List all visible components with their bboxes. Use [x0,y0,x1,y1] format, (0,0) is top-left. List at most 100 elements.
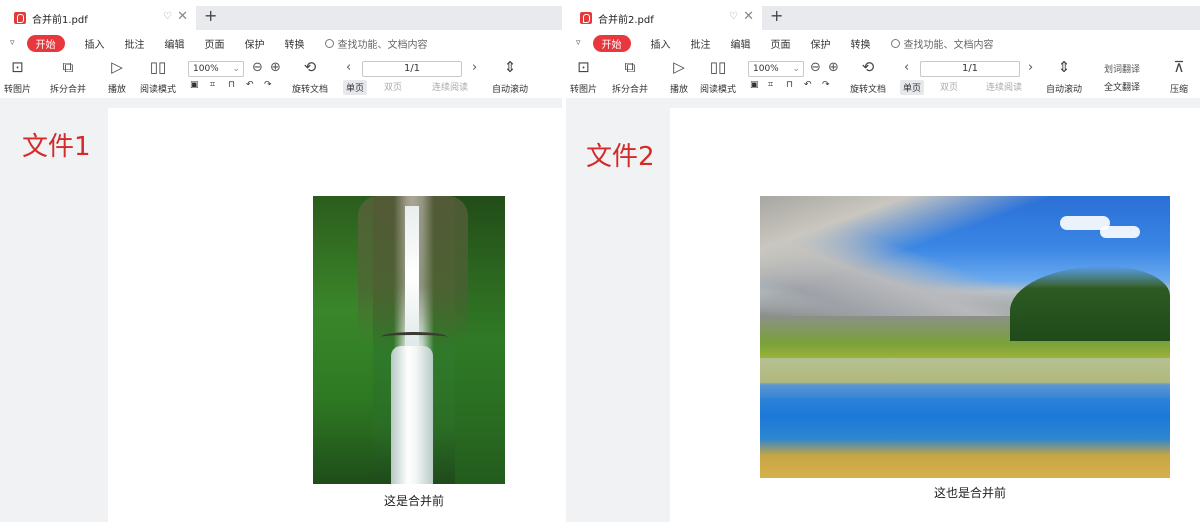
chevron-left-icon[interactable]: ‹ [904,60,909,75]
read-mode-button[interactable]: ▯▯ 阅读模式 [700,56,736,95]
menu-protect[interactable]: 保护 [245,36,265,51]
menu-page[interactable]: 页面 [205,36,225,51]
pin-icon[interactable]: ♡ [163,11,172,22]
menu-protect[interactable]: 保护 [811,36,831,51]
plus-icon[interactable]: + [770,6,783,25]
plus-icon[interactable]: + [204,6,217,25]
book-icon: ▯▯ [709,58,727,76]
rotate-doc-label: 旋转文档 [850,85,887,95]
search-input[interactable]: 查找功能、文档内容 [324,36,428,51]
page-number-input[interactable]: 1/1 [362,61,462,77]
single-page-button[interactable]: 单页 [900,80,925,95]
fit-page-icon[interactable]: ⌗ [768,80,773,90]
zoom-select[interactable]: 100% ⌄ [188,61,244,77]
single-page-label: 单页 [903,84,922,94]
search-icon [890,38,900,48]
pdf-window-left: 合并前1.pdf ♡ ✕ + ▿ 开始 插入 批注 编辑 页面 保护 转换 查找… [0,0,562,522]
zoom-select[interactable]: 100% ⌄ [748,61,804,77]
split-merge-label: 拆分合并 [50,85,87,95]
auto-scroll-button[interactable]: ⇕ 自动滚动 [1046,56,1082,95]
cloud [1100,226,1140,238]
close-icon[interactable]: ✕ [743,9,754,24]
image-icon: ⊡ [11,58,24,76]
page-number-input[interactable]: 1/1 [920,61,1020,77]
rotate-doc-icon: ⟲ [303,58,317,76]
double-page-button[interactable]: 双页 [940,80,958,93]
menu-annotate[interactable]: 批注 [691,36,711,51]
rotate-document-button[interactable]: ⟲ 旋转文档 [292,56,328,95]
split-merge-button[interactable]: ⧉ 拆分合并 [612,56,648,95]
pdf-window-right: 合并前2.pdf ♡ ✕ + ▿ 开始 插入 批注 编辑 页面 保护 转换 查找… [566,0,1200,522]
document-tab[interactable]: 合并前2.pdf ♡ ✕ [574,6,762,30]
close-icon[interactable]: ✕ [177,9,188,24]
split-merge-icon: ⧉ [624,58,636,76]
split-merge-button[interactable]: ⧉ 拆分合并 [50,56,86,95]
zoom-in-icon[interactable]: ⊕ [828,60,839,75]
continuous-label: 连续阅读 [986,83,1023,93]
chevron-down-icon[interactable]: ▿ [576,38,581,48]
image-icon: ⊡ [577,58,590,76]
pdf-file-icon [580,12,592,24]
split-merge-icon: ⧉ [62,58,74,76]
menu-start[interactable]: 开始 [592,34,631,52]
rotate-document-button[interactable]: ⟲ 旋转文档 [850,56,886,95]
menu-bar: ▿ 开始 插入 批注 编辑 页面 保护 转换 查找功能、文档内容 [566,32,1200,54]
document-tab[interactable]: 合并前1.pdf ♡ ✕ [8,6,196,30]
document-area: 文件2 这也是合并前 [566,98,1200,522]
play-icon: ▷ [673,58,685,76]
tab-bar: 合并前1.pdf ♡ ✕ + [0,6,562,30]
menu-annotate[interactable]: 批注 [125,36,145,51]
lake-landscape-image [760,196,1170,478]
page-caption: 这是合并前 [384,494,445,508]
chevron-down-icon: ⌄ [792,64,800,74]
auto-scroll-label: 自动滚动 [1046,85,1083,95]
rotate-doc-label: 旋转文档 [292,85,329,95]
actual-size-icon[interactable]: ▣ [190,80,199,90]
tab-strip [196,6,562,30]
word-translate-button[interactable]: 划词翻译 [1104,62,1140,75]
compress-button[interactable]: ⊼ 压缩 [1170,56,1188,95]
chevron-right-icon[interactable]: › [472,60,477,75]
fit-page-icon[interactable]: ⌗ [210,80,215,90]
double-page-button[interactable]: 双页 [384,80,402,93]
read-mode-button[interactable]: ▯▯ 阅读模式 [140,56,176,95]
rotate-right-icon[interactable]: ↷ [264,80,272,90]
menu-insert[interactable]: 插入 [651,36,671,51]
menu-start[interactable]: 开始 [26,34,65,52]
single-page-button[interactable]: 单页 [343,80,368,95]
zoom-out-icon[interactable]: ⊖ [252,60,263,75]
auto-scroll-label: 自动滚动 [492,85,529,95]
menu-convert[interactable]: 转换 [285,36,305,51]
to-image-label: 转图片 [570,85,598,95]
rotate-right-icon[interactable]: ↷ [822,80,830,90]
menu-page[interactable]: 页面 [771,36,791,51]
continuous-read-button[interactable]: 连续阅读 [986,80,1022,93]
menu-edit[interactable]: 编辑 [165,36,185,51]
fit-width-icon[interactable]: ⊓ [786,80,793,90]
book-icon: ▯▯ [149,58,167,76]
zoom-in-icon[interactable]: ⊕ [270,60,281,75]
chevron-right-icon[interactable]: › [1028,60,1033,75]
rotate-left-icon[interactable]: ↶ [246,80,254,90]
zoom-out-icon[interactable]: ⊖ [810,60,821,75]
pin-icon[interactable]: ♡ [729,11,738,22]
to-image-button[interactable]: ⊡ 转图片 [570,56,597,95]
menu-insert[interactable]: 插入 [85,36,105,51]
to-image-button[interactable]: ⊡ 转图片 [4,56,31,95]
chevron-down-icon[interactable]: ▿ [10,38,15,48]
menu-convert[interactable]: 转换 [851,36,871,51]
play-button[interactable]: ▷ 播放 [108,56,126,95]
chevron-left-icon[interactable]: ‹ [346,60,351,75]
auto-scroll-button[interactable]: ⇕ 自动滚动 [492,56,528,95]
rotate-doc-icon: ⟲ [861,58,875,76]
document-area: 文件1 这是合并前 [0,98,562,522]
continuous-read-button[interactable]: 连续阅读 [432,80,468,93]
search-input[interactable]: 查找功能、文档内容 [890,36,994,51]
menu-edit[interactable]: 编辑 [731,36,751,51]
full-translate-button[interactable]: 全文翻译 [1104,80,1140,93]
play-button[interactable]: ▷ 播放 [670,56,688,95]
tab-title: 合并前1.pdf [32,14,88,26]
rotate-left-icon[interactable]: ↶ [804,80,812,90]
actual-size-icon[interactable]: ▣ [750,80,759,90]
fit-width-icon[interactable]: ⊓ [228,80,235,90]
